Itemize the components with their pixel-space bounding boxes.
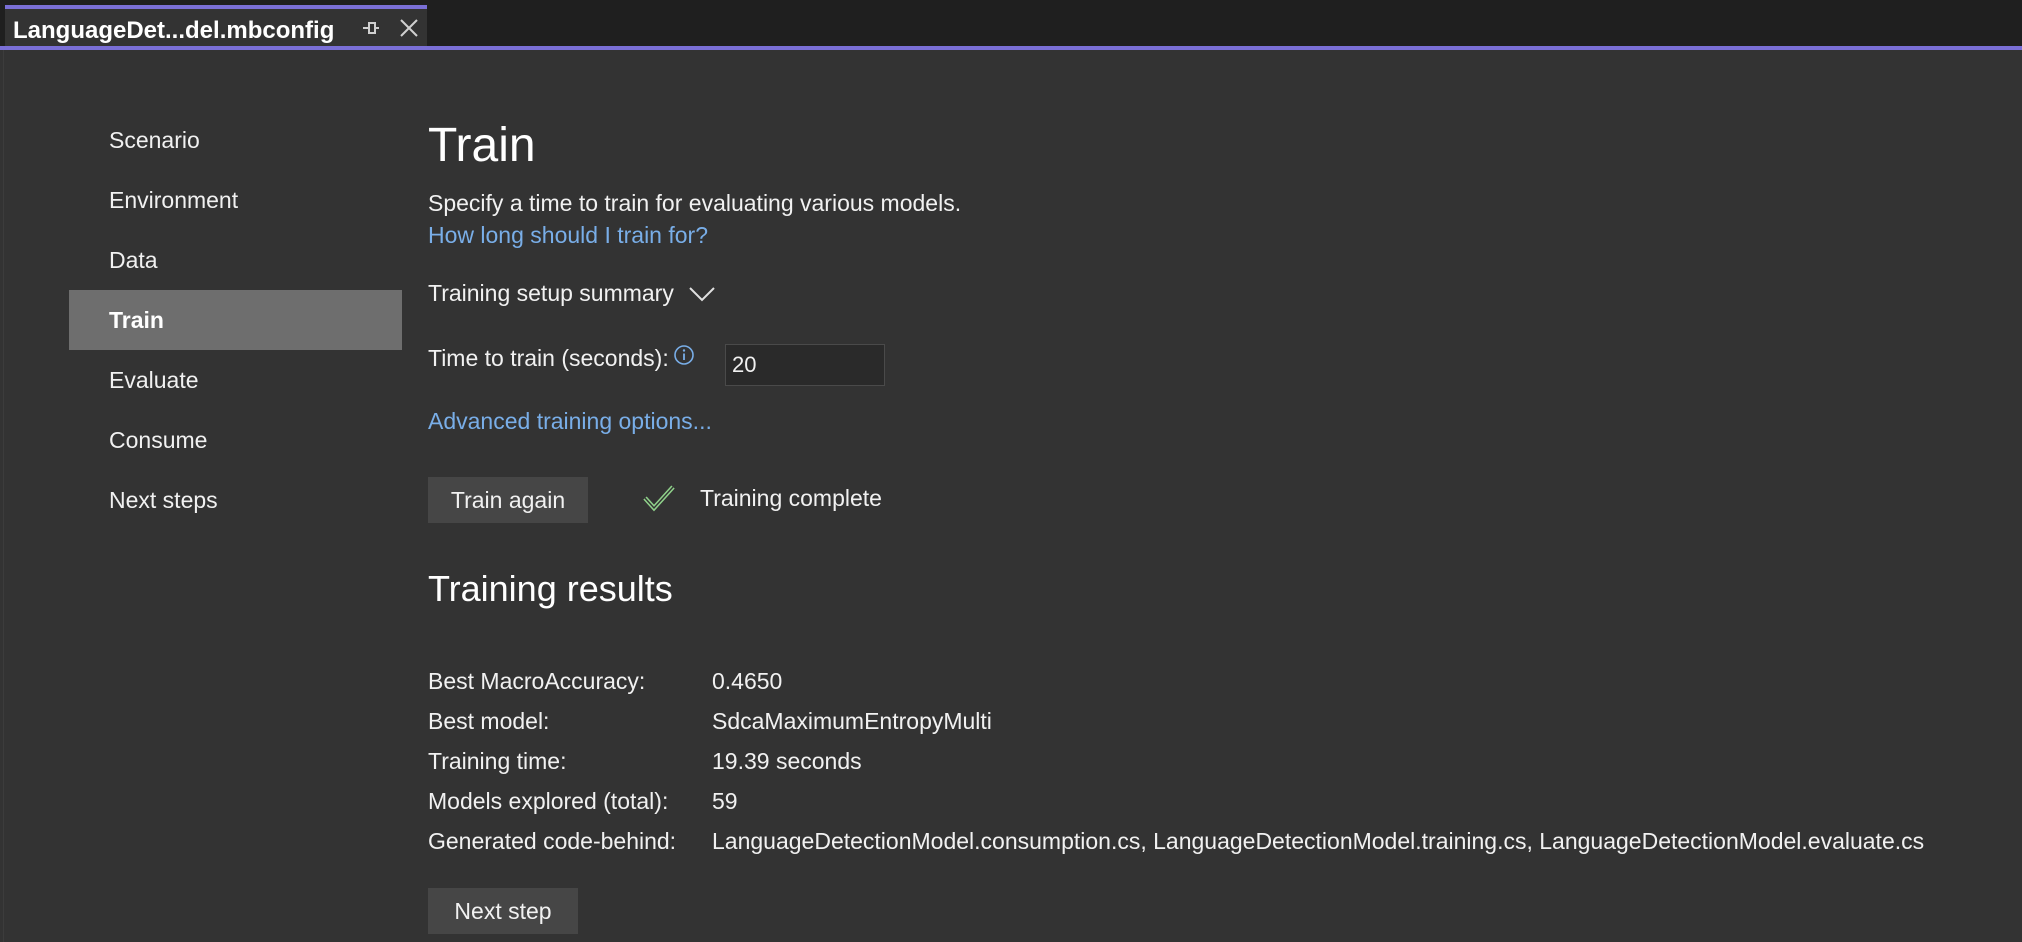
training-results-table: Best MacroAccuracy: 0.4650 Best model: S…: [428, 668, 2018, 868]
time-to-train-input[interactable]: [725, 344, 885, 386]
training-results-title: Training results: [428, 568, 673, 609]
result-value: SdcaMaximumEntropyMulti: [712, 708, 992, 734]
nav-item-train[interactable]: Train: [69, 290, 402, 350]
next-step-button[interactable]: Next step: [428, 888, 578, 934]
document-tab[interactable]: LanguageDet...del.mbconfig: [5, 5, 427, 47]
time-to-train-label: Time to train (seconds):: [428, 345, 669, 371]
summary-label: Training setup summary: [428, 280, 674, 306]
result-value: 0.4650: [712, 668, 783, 694]
page-description: Specify a time to train for evaluating v…: [428, 190, 962, 216]
tab-title: LanguageDet...del.mbconfig: [13, 17, 335, 44]
result-label: Generated code-behind:: [428, 828, 677, 854]
result-value: LanguageDetectionModel.consumption.cs, L…: [712, 828, 1925, 854]
close-icon[interactable]: [398, 17, 420, 39]
train-duration-help-link[interactable]: How long should I train for?: [428, 222, 708, 249]
training-status: Training complete: [642, 484, 882, 512]
result-value: 59: [712, 788, 738, 814]
nav-item-environment[interactable]: Environment: [69, 170, 402, 230]
time-to-train-label-row: Time to train (seconds):: [428, 344, 695, 372]
nav-item-evaluate[interactable]: Evaluate: [69, 350, 402, 410]
result-label: Training time:: [428, 748, 567, 774]
pin-icon[interactable]: [360, 17, 382, 39]
nav-item-data[interactable]: Data: [69, 230, 402, 290]
page-title: Train: [428, 119, 536, 172]
result-row-training-time: Training time: 19.39 seconds: [428, 748, 2018, 788]
step-navigation: Scenario Environment Data Train Evaluate…: [69, 110, 402, 530]
train-again-button[interactable]: Train again: [428, 477, 588, 523]
result-row-best-model: Best model: SdcaMaximumEntropyMulti: [428, 708, 2018, 748]
result-label: Best model:: [428, 708, 550, 734]
result-row-best-accuracy: Best MacroAccuracy: 0.4650: [428, 668, 2018, 708]
nav-item-consume[interactable]: Consume: [69, 410, 402, 470]
advanced-training-options-link[interactable]: Advanced training options...: [428, 408, 712, 435]
info-icon[interactable]: [673, 344, 695, 366]
result-label: Models explored (total):: [428, 788, 669, 814]
status-text: Training complete: [700, 484, 882, 511]
document-tab-strip: LanguageDet...del.mbconfig: [0, 0, 2022, 50]
result-label: Best MacroAccuracy:: [428, 668, 646, 694]
nav-item-scenario[interactable]: Scenario: [69, 110, 402, 170]
result-value: 19.39 seconds: [712, 748, 862, 774]
model-builder-page: Scenario Environment Data Train Evaluate…: [3, 50, 2022, 942]
nav-item-next-steps[interactable]: Next steps: [69, 470, 402, 530]
result-row-models-explored: Models explored (total): 59: [428, 788, 2018, 828]
checkmark-icon: [643, 485, 675, 512]
result-row-generated-code: Generated code-behind: LanguageDetection…: [428, 828, 2018, 868]
training-setup-summary-toggle[interactable]: Training setup summary: [428, 280, 716, 307]
chevron-down-icon: [689, 286, 715, 301]
